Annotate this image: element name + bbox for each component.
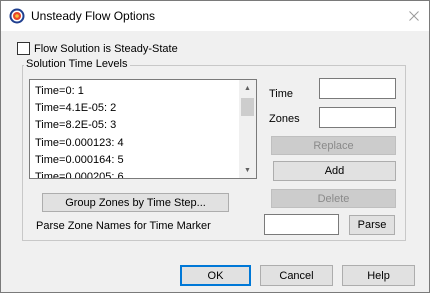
parse-zone-names-label: Parse Zone Names for Time Marker <box>36 220 211 232</box>
zones-input[interactable] <box>319 107 396 128</box>
list-item[interactable]: Time=0.000205: 6 <box>35 169 124 178</box>
help-button[interactable]: Help <box>342 265 415 286</box>
time-levels-list[interactable]: Time=0: 1 Time=4.1E-05: 2 Time=8.2E-05: … <box>29 79 257 179</box>
list-item[interactable]: Time=0: 1 <box>35 83 124 100</box>
list-item[interactable]: Time=0.000164: 5 <box>35 152 124 169</box>
steady-state-label: Flow Solution is Steady-State <box>34 42 178 55</box>
window-title: Unsteady Flow Options <box>31 9 156 23</box>
replace-button[interactable]: Replace <box>271 136 396 155</box>
time-label: Time <box>269 88 294 100</box>
tecplot-app-icon <box>9 8 25 24</box>
scroll-up-icon[interactable]: ▲ <box>239 80 256 96</box>
parse-input[interactable] <box>264 214 339 235</box>
close-icon[interactable] <box>399 1 429 31</box>
solution-time-levels-label: Solution Time Levels <box>24 58 130 70</box>
parse-button[interactable]: Parse <box>349 215 395 235</box>
cancel-button[interactable]: Cancel <box>260 265 333 286</box>
ok-button[interactable]: OK <box>180 265 251 286</box>
list-scrollbar[interactable]: ▲ ▼ <box>239 80 256 178</box>
scroll-down-icon[interactable]: ▼ <box>239 162 256 178</box>
steady-state-checkbox[interactable] <box>17 42 30 55</box>
zones-label: Zones <box>269 113 300 125</box>
group-zones-button[interactable]: Group Zones by Time Step... <box>42 193 229 212</box>
list-item[interactable]: Time=0.000123: 4 <box>35 135 124 152</box>
scroll-thumb[interactable] <box>241 98 254 116</box>
list-item[interactable]: Time=4.1E-05: 2 <box>35 100 124 117</box>
delete-button[interactable]: Delete <box>271 189 396 208</box>
time-input[interactable] <box>319 78 396 99</box>
steady-state-option[interactable]: Flow Solution is Steady-State <box>17 42 178 55</box>
add-button[interactable]: Add <box>273 161 396 181</box>
list-item[interactable]: Time=8.2E-05: 3 <box>35 117 124 134</box>
title-bar: Unsteady Flow Options <box>1 1 429 31</box>
unsteady-flow-dialog: Unsteady Flow Options Flow Solution is S… <box>0 0 430 293</box>
